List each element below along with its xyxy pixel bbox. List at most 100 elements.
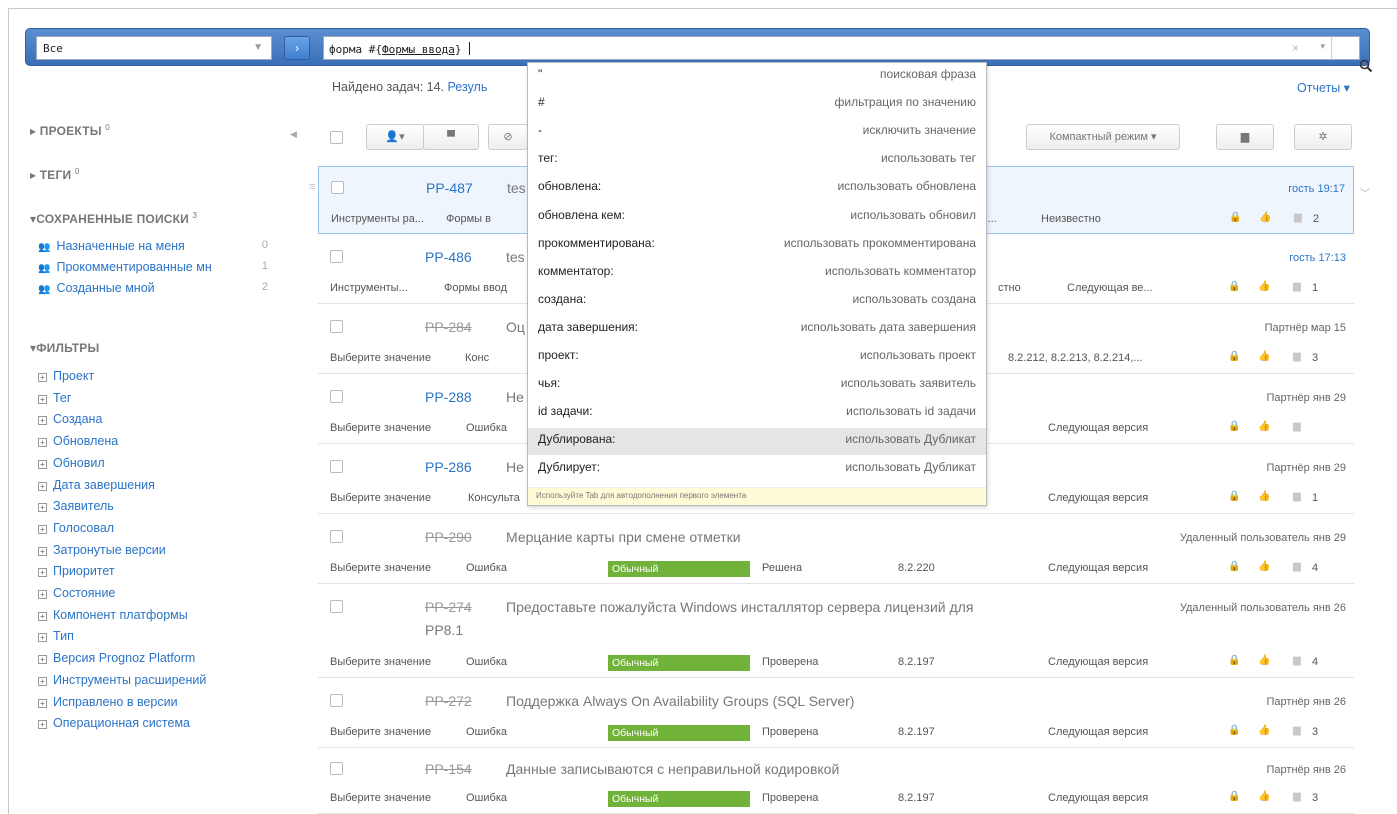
print-button[interactable]: ▆ [1216, 124, 1274, 150]
drag-handle-icon[interactable]: ≡ [309, 181, 315, 193]
autocomplete-item[interactable]: " поисковая фраза [528, 63, 986, 90]
row-checkbox[interactable] [330, 530, 343, 543]
autocomplete-item[interactable]: обновлена: использовать обновлена [528, 175, 986, 202]
clear-icon[interactable]: × [1292, 41, 1299, 55]
filter-item[interactable]: + Обновил [38, 456, 105, 470]
thumbs-up-icon[interactable]: 👍 [1258, 491, 1270, 502]
issue-id-link[interactable]: PP-274 [425, 599, 472, 615]
autocomplete-item[interactable]: дата завершения: использовать дата заверш… [528, 316, 986, 343]
chevron-right-icon[interactable]: › [284, 36, 310, 60]
comment-count-icon[interactable]: ▆ [1293, 561, 1301, 572]
thumbs-up-icon[interactable]: 👍 [1258, 791, 1270, 802]
saved-search-item[interactable]: 👥 Назначенные на меня 0 [38, 239, 268, 253]
select-all-checkbox[interactable] [330, 131, 343, 144]
comment-count-icon[interactable]: ▆ [1294, 212, 1302, 223]
autocomplete-item[interactable]: тег: использовать тег [528, 147, 986, 174]
chevron-down-icon[interactable]: ▾ [1320, 41, 1325, 52]
filter-item[interactable]: + Состояние [38, 586, 115, 600]
comment-count-icon[interactable]: ▆ [1293, 281, 1301, 292]
issue-title[interactable]: tes [507, 180, 526, 196]
search-icon[interactable] [1331, 36, 1372, 73]
filter-item[interactable]: + Приоритет [38, 564, 115, 578]
comment-button[interactable]: ▀ [423, 124, 479, 150]
comment-count-icon[interactable]: ▆ [1293, 725, 1301, 736]
filter-item[interactable]: + Создана [38, 412, 102, 426]
row-checkbox[interactable] [330, 390, 343, 403]
issue-title[interactable]: Предоставьте пожалуйста Windows инсталля… [506, 599, 973, 615]
issue-row[interactable]: PP-272 Поддержка Always On Availability G… [318, 680, 1354, 748]
saved-search-item[interactable]: 👥 Созданные мной 2 [38, 281, 268, 295]
attach-button[interactable]: ⊘ [488, 124, 528, 150]
filter-item[interactable]: + Инструменты расширений [38, 673, 206, 687]
autocomplete-item[interactable]: создана: использовать создана [528, 288, 986, 315]
thumbs-up-icon[interactable]: 👍 [1259, 212, 1271, 223]
autocomplete-item[interactable]: Дублирует: использовать Дубликат [528, 456, 986, 483]
issue-title[interactable]: Данные записываются с неправильной кодир… [506, 761, 839, 777]
row-checkbox[interactable] [330, 320, 343, 333]
autocomplete-item[interactable]: Дублирована: использовать Дубликат [528, 428, 986, 456]
filter-item[interactable]: + Проект [38, 369, 94, 383]
assign-user-button[interactable]: 👤▾ [366, 124, 424, 150]
issue-row[interactable]: PP-290 Мерцание карты при смене отметки Уд… [318, 516, 1354, 584]
issue-row[interactable]: PP-274 Предоставьте пожалуйста Windows ин… [318, 586, 1354, 678]
filter-item[interactable]: + Операционная система [38, 716, 190, 730]
row-checkbox[interactable] [330, 460, 343, 473]
comment-count-icon[interactable]: ▆ [1293, 655, 1301, 666]
autocomplete-item[interactable]: прокомментирована: использовать прокоммен… [528, 232, 986, 259]
autocomplete-item[interactable]: - исключить значение [528, 119, 986, 146]
autocomplete-item[interactable]: обновлена кем: использовать обновил [528, 204, 986, 231]
results-link[interactable]: Резуль [448, 80, 488, 94]
compact-mode-button[interactable]: Компактный режим ▾ [1026, 124, 1180, 150]
thumbs-up-icon[interactable]: 👍 [1258, 725, 1270, 736]
autocomplete-item[interactable]: # фильтрация по значению [528, 91, 986, 118]
filter-item[interactable]: + Компонент платформы [38, 608, 188, 622]
thumbs-up-icon[interactable]: 👍 [1258, 281, 1270, 292]
issue-title[interactable]: Мерцание карты при смене отметки [506, 529, 741, 545]
issue-title[interactable]: Не [506, 459, 524, 475]
issue-title[interactable]: Поддержка Always On Availability Groups … [506, 693, 854, 709]
reports-menu[interactable]: Отчеты ▾ [1297, 80, 1350, 95]
filter-item[interactable]: + Исправлено в версии [38, 695, 178, 709]
saved-search-item[interactable]: 👥 Прокомментированные мн 1 [38, 260, 268, 274]
filter-item[interactable]: + Затронутые версии [38, 543, 166, 557]
filter-item[interactable]: + Голосовал [38, 521, 114, 535]
filter-item[interactable]: + Обновлена [38, 434, 118, 448]
issue-id-link[interactable]: PP-284 [425, 319, 472, 335]
comment-count-icon[interactable]: ▆ [1293, 351, 1301, 362]
issue-title[interactable]: tes [506, 249, 525, 265]
filter-item[interactable]: + Заявитель [38, 499, 114, 513]
thumbs-up-icon[interactable]: 👍 [1258, 421, 1270, 432]
autocomplete-item[interactable]: чья: использовать заявитель [528, 372, 986, 399]
chevron-down-icon[interactable]: ﹀ [1360, 185, 1370, 200]
filter-item[interactable]: + Версия Prognoz Platform [38, 651, 195, 665]
scope-select[interactable]: Все ▼ [36, 36, 272, 60]
autocomplete-item[interactable]: комментатор: использовать комментатор [528, 260, 986, 287]
row-checkbox[interactable] [330, 250, 343, 263]
issue-row[interactable]: PP-154 Данные записываются с неправильной… [318, 748, 1354, 814]
issue-title-continued[interactable]: PP8.1 [425, 622, 463, 638]
row-checkbox[interactable] [330, 600, 343, 613]
issue-id-link[interactable]: PP-290 [425, 529, 472, 545]
row-checkbox[interactable] [330, 762, 343, 775]
sidebar-section-filters[interactable]: ▾ФИЛЬТРЫ [30, 341, 99, 355]
collapse-sidebar-icon[interactable]: ◀ [290, 129, 297, 140]
issue-id-link[interactable]: PP-286 [425, 459, 472, 475]
autocomplete-item[interactable]: id задачи: использовать id задачи [528, 400, 986, 427]
row-checkbox[interactable] [330, 694, 343, 707]
comment-count-icon[interactable]: ▆ [1293, 491, 1301, 502]
issue-title[interactable]: Не [506, 389, 524, 405]
settings-button[interactable]: ✲ [1294, 124, 1352, 150]
thumbs-up-icon[interactable]: 👍 [1258, 561, 1270, 572]
issue-id-link[interactable]: PP-288 [425, 389, 472, 405]
comment-count-icon[interactable]: ▆ [1293, 421, 1301, 432]
sidebar-section-saved[interactable]: ▾СОХРАНЕННЫЕ ПОИСКИ 3 [30, 211, 197, 226]
issue-id-link[interactable]: PP-487 [426, 180, 473, 196]
issue-id-link[interactable]: PP-154 [425, 761, 472, 777]
thumbs-up-icon[interactable]: 👍 [1258, 351, 1270, 362]
issue-id-link[interactable]: PP-486 [425, 249, 472, 265]
comment-count-icon[interactable]: ▆ [1293, 791, 1301, 802]
issue-title[interactable]: Оц [506, 319, 525, 335]
thumbs-up-icon[interactable]: 👍 [1258, 655, 1270, 666]
sidebar-section-projects[interactable]: ▸ ПРОЕКТЫ 0 [30, 123, 110, 138]
issue-id-link[interactable]: PP-272 [425, 693, 472, 709]
